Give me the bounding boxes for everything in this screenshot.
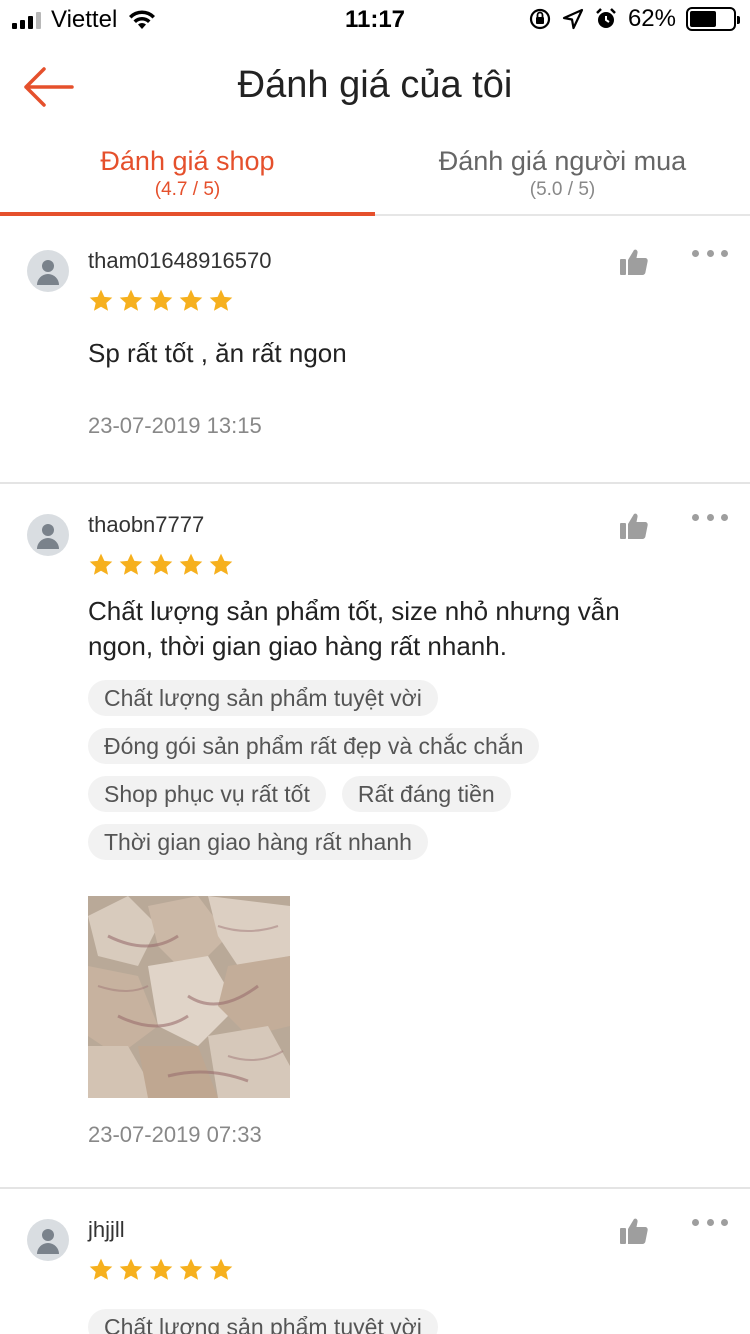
review-tag: Chất lượng sản phẩm tuyệt vời <box>88 1309 438 1334</box>
tab-shop-reviews[interactable]: Đánh giá shop (4.7 / 5) <box>0 138 375 216</box>
review-tag: Rất đáng tiền <box>341 776 511 812</box>
avatar <box>27 250 69 292</box>
review-tag: Thời gian giao hàng rất nhanh <box>88 824 428 860</box>
star-icon <box>209 553 233 575</box>
more-options-icon[interactable] <box>692 246 728 260</box>
battery-icon <box>686 7 740 31</box>
thumbs-up-icon[interactable] <box>618 246 650 278</box>
star-icon <box>209 289 233 311</box>
review-item: thaobn7777 Chất lượng sản phẩm tốt, size… <box>0 484 750 1189</box>
review-tags: Chất lượng sản phẩm tuyệt vời <box>88 1309 750 1334</box>
star-icon <box>119 1258 143 1280</box>
alarm-icon <box>596 8 616 28</box>
review-item: tham01648916570 Sp rất tốt , ăn rất ngon… <box>0 220 750 484</box>
star-icon <box>89 553 113 575</box>
tab-score: (5.0 / 5) <box>529 179 596 200</box>
more-options-icon[interactable] <box>692 1215 728 1229</box>
review-username: jhjjll <box>88 1217 125 1242</box>
tab-label: Đánh giá người mua <box>438 146 687 176</box>
orientation-lock-icon <box>529 8 551 30</box>
review-tags: Chất lượng sản phẩm tuyệt vời Đóng gói s… <box>88 680 750 860</box>
star-icon <box>209 1258 233 1280</box>
star-icon <box>179 1258 203 1280</box>
header: Đánh giá của tôi <box>0 52 750 122</box>
rating-stars <box>88 288 750 314</box>
avatar <box>27 1219 69 1261</box>
review-date: 23-07-2019 13:15 <box>88 413 262 438</box>
star-icon <box>149 553 173 575</box>
star-icon <box>179 289 203 311</box>
battery-percent: 62% <box>627 5 676 32</box>
star-icon <box>119 289 143 311</box>
review-list: tham01648916570 Sp rất tốt , ăn rất ngon… <box>0 220 750 1334</box>
review-tag: Đóng gói sản phẩm rất đẹp và chắc chắn <box>88 728 540 764</box>
tab-bar: Đánh giá shop (4.7 / 5) Đánh giá người m… <box>0 138 750 216</box>
status-bar: Viettel 11:17 62% <box>0 0 750 40</box>
review-tag: Shop phục vụ rất tốt <box>88 776 326 812</box>
star-icon <box>89 1258 113 1280</box>
star-icon <box>179 553 203 575</box>
star-icon <box>149 1258 173 1280</box>
more-options-icon[interactable] <box>692 510 728 524</box>
review-item: jhjjll Chất lượng sản phẩm tuyệt vời <box>0 1189 750 1334</box>
thumbs-up-icon[interactable] <box>618 510 650 542</box>
review-comment: Sp rất tốt , ăn rất ngon <box>88 338 347 368</box>
review-username: thaobn7777 <box>88 512 205 537</box>
review-tag: Chất lượng sản phẩm tuyệt vời <box>88 680 438 716</box>
star-icon <box>119 553 143 575</box>
tab-buyer-reviews[interactable]: Đánh giá người mua (5.0 / 5) <box>375 138 750 214</box>
tab-label: Đánh giá shop <box>100 146 275 176</box>
review-username: tham01648916570 <box>88 248 272 273</box>
star-icon <box>89 289 113 311</box>
review-photo[interactable] <box>88 896 290 1098</box>
rating-stars <box>88 1257 750 1283</box>
page-title: Đánh giá của tôi <box>237 64 513 106</box>
avatar <box>27 514 69 556</box>
rating-stars <box>88 552 750 578</box>
location-icon <box>562 8 584 30</box>
tab-score: (4.7 / 5) <box>154 179 221 200</box>
star-icon <box>149 289 173 311</box>
review-date: 23-07-2019 07:33 <box>88 1122 262 1147</box>
review-comment: Chất lượng sản phẩm tốt, size nhỏ nhưng … <box>88 596 620 661</box>
thumbs-up-icon[interactable] <box>618 1215 650 1247</box>
